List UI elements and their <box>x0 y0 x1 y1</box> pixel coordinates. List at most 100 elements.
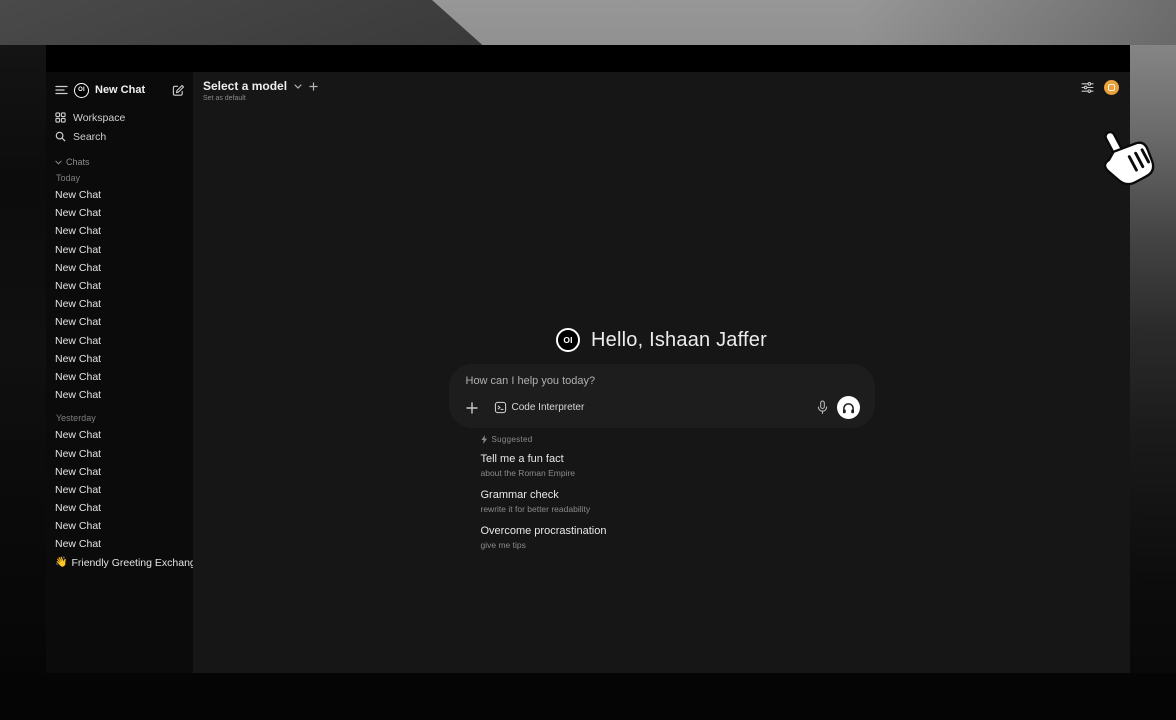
suggested-prompt[interactable]: Tell me a fun fact about the Roman Empir… <box>481 453 874 478</box>
chat-item-title: New Chat <box>55 335 101 347</box>
chat-item-title: New Chat <box>55 466 101 478</box>
search-icon <box>55 131 66 142</box>
center-content: OI Hello, Ishaan Jaffer How can I help y… <box>193 328 1130 561</box>
suggested-prompt-title: Grammar check <box>481 489 874 502</box>
chat-item-title: Friendly Greeting Exchange <box>71 557 193 569</box>
chat-item-title: New Chat <box>55 353 101 365</box>
chat-item-title: New Chat <box>55 207 101 219</box>
chat-list-today: New Chat New Chat New Chat New Chat New … <box>55 186 185 404</box>
model-header: Select a model Set as default <box>203 79 318 102</box>
chat-list-item[interactable]: New Chat <box>55 463 185 481</box>
settings-sliders-icon[interactable] <box>1081 82 1094 93</box>
chat-list-item[interactable]: New Chat <box>55 186 185 204</box>
model-selector-label: Select a model <box>203 79 287 93</box>
chat-list-item[interactable]: New Chat <box>55 295 185 313</box>
suggested-prompt-subtitle: rewrite it for better readability <box>481 504 874 514</box>
desktop-stage: OI New Chat Workspace <box>0 0 1176 720</box>
top-right-controls <box>1081 80 1119 95</box>
add-model-icon[interactable] <box>309 82 318 91</box>
sidebar-item-search[interactable]: Search <box>55 127 185 146</box>
chat-item-title: New Chat <box>55 448 101 460</box>
bolt-icon <box>481 435 488 444</box>
chat-list-item[interactable]: New Chat <box>55 481 185 499</box>
desktop-background-bottom <box>0 673 1176 720</box>
desktop-background-right <box>1130 45 1176 720</box>
avatar-mark <box>1108 84 1115 91</box>
attach-plus-icon[interactable] <box>466 402 478 414</box>
chat-list-item[interactable]: New Chat <box>55 386 185 404</box>
suggested-prompt[interactable]: Overcome procrastination give me tips <box>481 525 874 550</box>
headphones-icon <box>842 402 855 414</box>
chat-item-title: New Chat <box>55 520 101 532</box>
chat-group-label-today: Today <box>56 173 185 183</box>
chats-section-label: Chats <box>66 157 90 167</box>
suggested-label: Suggested <box>492 435 533 444</box>
desktop-background-left <box>0 45 46 720</box>
chat-list-item[interactable]: New Chat <box>55 332 185 350</box>
suggested-prompt-subtitle: about the Roman Empire <box>481 468 874 478</box>
chat-list-item[interactable]: New Chat <box>55 368 185 386</box>
suggested-prompt[interactable]: Grammar check rewrite it for better read… <box>481 489 874 514</box>
chat-list-item[interactable]: New Chat <box>55 426 185 444</box>
app-window: OI New Chat Workspace <box>46 45 1130 673</box>
code-interpreter-toggle[interactable]: Code Interpreter <box>494 401 585 414</box>
chat-list-yesterday: New Chat New Chat New Chat New Chat New … <box>55 426 185 572</box>
chat-item-title: New Chat <box>55 389 101 401</box>
app-logo: OI <box>556 328 580 352</box>
chat-item-title: New Chat <box>55 262 101 274</box>
chat-item-title: New Chat <box>55 189 101 201</box>
chat-list-item[interactable]: New Chat <box>55 517 185 535</box>
sidebar-toggle-icon[interactable] <box>55 85 68 95</box>
chat-list-item[interactable]: 👋 Friendly Greeting Exchange <box>55 554 185 572</box>
chat-item-title: New Chat <box>55 316 101 328</box>
chat-item-title: New Chat <box>55 538 101 550</box>
chat-list-item[interactable]: New Chat <box>55 313 185 331</box>
greeting-text: Hello, Ishaan Jaffer <box>591 329 767 352</box>
user-avatar[interactable] <box>1104 80 1119 95</box>
chat-list-item[interactable]: New Chat <box>55 444 185 462</box>
suggested-prompt-subtitle: give me tips <box>481 540 874 550</box>
chat-input-card[interactable]: How can I help you today? Code Interpret… <box>450 365 874 427</box>
app-logo: OI <box>74 83 89 98</box>
suggested-prompts: Suggested Tell me a fun fact about the R… <box>450 435 874 561</box>
chat-item-title: New Chat <box>55 502 101 514</box>
window-top-strip <box>46 45 1130 72</box>
main-area: Select a model Set as default <box>193 72 1130 673</box>
suggested-prompt-title: Tell me a fun fact <box>481 453 874 466</box>
chat-list-item[interactable]: New Chat <box>55 222 185 240</box>
chevron-down-icon <box>294 84 302 89</box>
suggested-prompt-title: Overcome procrastination <box>481 525 874 538</box>
code-interpreter-label: Code Interpreter <box>512 402 585 413</box>
chat-input-placeholder[interactable]: How can I help you today? <box>466 375 860 387</box>
chat-item-title: New Chat <box>55 484 101 496</box>
chat-list-item[interactable]: New Chat <box>55 535 185 553</box>
chat-item-title: New Chat <box>55 371 101 383</box>
chat-list-item[interactable]: New Chat <box>55 241 185 259</box>
sidebar: OI New Chat Workspace <box>46 72 193 673</box>
suggested-list: Tell me a fun fact about the Roman Empir… <box>481 453 874 550</box>
sidebar-title: New Chat <box>95 84 166 96</box>
sidebar-item-workspace[interactable]: Workspace <box>55 108 185 127</box>
workspace-grid-icon <box>55 112 66 123</box>
chat-item-title: New Chat <box>55 280 101 292</box>
new-chat-icon[interactable] <box>172 84 185 97</box>
greeting: OI Hello, Ishaan Jaffer <box>556 328 767 352</box>
chat-item-title: New Chat <box>55 298 101 310</box>
chat-item-title: New Chat <box>55 244 101 256</box>
search-label: Search <box>73 131 106 143</box>
chats-section-header[interactable]: Chats <box>55 157 185 167</box>
chat-list-item[interactable]: New Chat <box>55 259 185 277</box>
model-selector[interactable]: Select a model <box>203 79 318 93</box>
chevron-down-icon <box>55 160 62 165</box>
chat-list-item[interactable]: New Chat <box>55 350 185 368</box>
workspace-label: Workspace <box>73 112 125 124</box>
chat-item-emoji: 👋 <box>55 557 67 568</box>
chat-item-title: New Chat <box>55 429 101 441</box>
set-as-default-link[interactable]: Set as default <box>203 95 318 102</box>
chat-list-item[interactable]: New Chat <box>55 204 185 222</box>
voice-call-button[interactable] <box>837 396 860 419</box>
chat-list-item[interactable]: New Chat <box>55 277 185 295</box>
chat-list-item[interactable]: New Chat <box>55 499 185 517</box>
microphone-icon[interactable] <box>817 400 828 415</box>
code-interpreter-icon <box>494 401 507 414</box>
